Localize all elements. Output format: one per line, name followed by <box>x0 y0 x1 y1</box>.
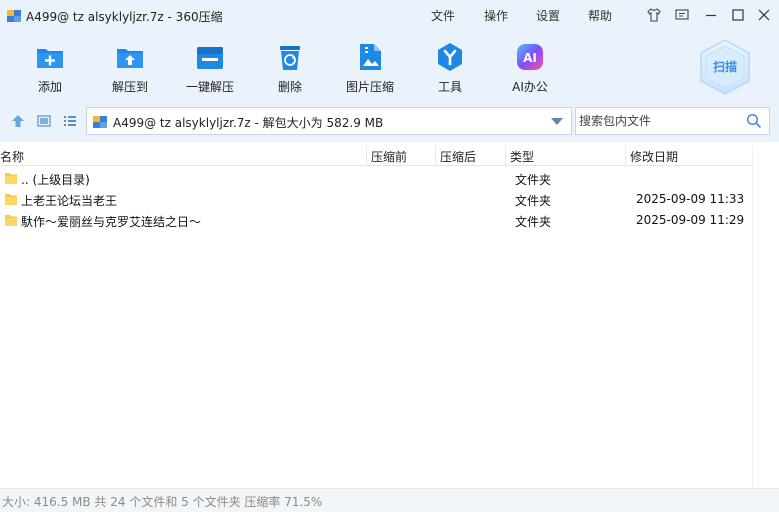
thumbnail-view-icon[interactable] <box>36 113 52 129</box>
minimize-icon[interactable] <box>702 6 720 24</box>
scan-button[interactable]: 扫描 <box>698 38 752 95</box>
folder-icon <box>5 173 17 184</box>
column-divider[interactable] <box>625 146 626 166</box>
file-type: 文件夹 <box>515 215 552 229</box>
column-name[interactable]: 名称 <box>0 148 24 165</box>
one-click-extract-button[interactable]: 一键解压 <box>165 38 255 96</box>
ai-office-label: AI办公 <box>512 80 548 94</box>
file-list-header: 名称 压缩前 压缩后 类型 修改日期 <box>0 146 752 166</box>
column-size-before[interactable]: 压缩前 <box>371 148 407 165</box>
column-modified-date[interactable]: 修改日期 <box>630 148 678 165</box>
title-bar: A499@ tz alsyklyljzr.7z - 360压缩 文件 操作 设置… <box>0 0 779 32</box>
menu-help[interactable]: 帮助 <box>588 7 612 24</box>
archive-file-icon <box>93 116 107 128</box>
menu-operation[interactable]: 操作 <box>484 7 508 24</box>
column-size-after[interactable]: 压缩后 <box>440 148 476 165</box>
vertical-scroll-area[interactable] <box>752 146 779 488</box>
one-click-extract-icon <box>197 47 223 69</box>
delete-icon <box>280 46 300 70</box>
one-click-extract-label: 一键解压 <box>185 80 234 94</box>
add-label: 添加 <box>37 80 62 94</box>
tools-button[interactable]: 工具 <box>405 38 495 96</box>
table-row[interactable]: 上老王论坛当老王 文件夹 2025-09-09 11:33 <box>0 189 752 210</box>
chevron-down-icon[interactable] <box>551 118 563 126</box>
ai-office-icon: AI <box>517 44 543 70</box>
toolbar: 添加 解压到 一键解压 删除 图片压缩 工具 AI AI办公 扫描 <box>0 32 779 102</box>
column-type[interactable]: 类型 <box>510 148 534 165</box>
table-row[interactable]: .. (上级目录) 文件夹 <box>0 168 752 189</box>
close-icon[interactable] <box>755 6 773 24</box>
svg-text:AI: AI <box>523 51 537 65</box>
table-row[interactable]: 馱作～爱丽丝与克罗艾连结之日～ 文件夹 2025-09-09 11:29 <box>0 210 752 231</box>
file-type: 文件夹 <box>515 173 552 187</box>
file-date: 2025-09-09 11:33 <box>636 192 745 206</box>
ai-office-button[interactable]: AI AI办公 <box>485 38 575 96</box>
window-title: A499@ tz alsyklyljzr.7z - 360压缩 <box>26 10 223 24</box>
folder-icon <box>5 215 17 226</box>
skin-shirt-icon[interactable] <box>645 6 663 24</box>
extract-to-label: 解压到 <box>111 80 148 94</box>
file-name: 馱作～爱丽丝与克罗艾连结之日～ <box>21 215 202 229</box>
image-compress-button[interactable]: 图片压缩 <box>325 38 415 96</box>
file-type: 文件夹 <box>515 194 552 208</box>
address-path: A499@ tz alsyklyljzr.7z - 解包大小为 582.9 MB <box>113 116 384 130</box>
scan-label: 扫描 <box>712 60 737 74</box>
app-logo-icon <box>7 10 21 22</box>
menu-file[interactable]: 文件 <box>431 7 455 24</box>
tools-label: 工具 <box>437 80 462 94</box>
folder-icon <box>5 194 17 205</box>
delete-button[interactable]: 删除 <box>245 38 335 96</box>
tools-icon <box>438 43 462 71</box>
menu-settings[interactable]: 设置 <box>536 7 560 24</box>
feedback-icon[interactable] <box>673 6 691 24</box>
address-field[interactable]: A499@ tz alsyklyljzr.7z - 解包大小为 582.9 MB <box>86 107 572 135</box>
list-view-icon[interactable] <box>62 113 78 129</box>
file-name: 上老王论坛当老王 <box>21 194 118 208</box>
status-bar: 大小: 416.5 MB 共 24 个文件和 5 个文件夹 压缩率 71.5% <box>0 488 779 512</box>
image-compress-icon <box>360 44 381 70</box>
add-icon <box>37 49 63 68</box>
add-button[interactable]: 添加 <box>5 38 95 96</box>
status-text: 大小: 416.5 MB 共 24 个文件和 5 个文件夹 压缩率 71.5% <box>2 495 323 509</box>
file-date: 2025-09-09 11:29 <box>636 213 745 227</box>
extract-to-icon <box>117 49 143 68</box>
search-icon[interactable] <box>746 113 762 129</box>
column-divider[interactable] <box>366 146 367 166</box>
maximize-icon[interactable] <box>729 6 747 24</box>
up-arrow-icon[interactable] <box>10 113 26 129</box>
column-divider[interactable] <box>435 146 436 166</box>
image-compress-label: 图片压缩 <box>345 80 394 94</box>
search-input[interactable] <box>579 112 739 130</box>
file-name: .. (上级目录) <box>21 173 90 187</box>
extract-to-button[interactable]: 解压到 <box>85 38 175 96</box>
search-box[interactable] <box>575 107 770 135</box>
column-divider[interactable] <box>505 146 506 166</box>
delete-label: 删除 <box>277 80 302 94</box>
